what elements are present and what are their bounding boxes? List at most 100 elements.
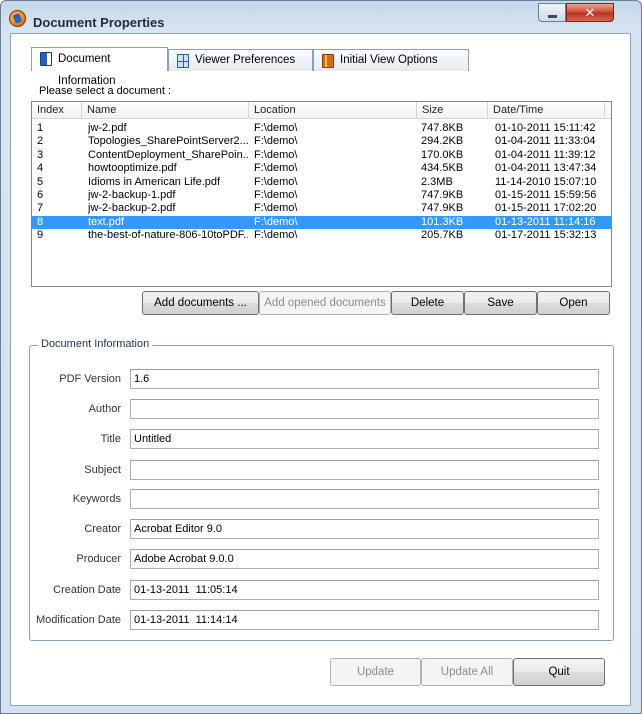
delete-button[interactable]: Delete xyxy=(391,291,464,315)
cell-name: the-best-of-nature-806-10toPDF... xyxy=(88,229,248,242)
group-title: Document Information xyxy=(38,338,153,350)
tab-initial-view-options[interactable]: Initial View Options xyxy=(313,49,469,71)
tab-label: Viewer Preferences xyxy=(195,54,296,66)
cell-date: 01-15-2011 15:59:56 xyxy=(495,189,597,201)
cell-index: 6 xyxy=(37,189,44,201)
cell-name: Topologies_SharePointServer2... xyxy=(88,135,248,148)
author-field[interactable] xyxy=(130,399,599,419)
cell-date: 01-13-2011 11:14:16 xyxy=(495,215,596,228)
cell-index: 5 xyxy=(37,175,44,188)
cell-location: F:\demo\ xyxy=(254,175,298,188)
column-header-date-time[interactable]: Date/Time xyxy=(488,102,605,119)
cell-index: 1 xyxy=(37,122,44,134)
cell-name: ContentDeployment_SharePoin... xyxy=(88,148,248,161)
table-row[interactable]: 6 jw-2-backup-1.pdf F:\demo\ 747.9KB 01-15-2… xyxy=(32,189,611,202)
subject-label: Subject xyxy=(84,464,121,476)
cell-location: F:\demo\ xyxy=(254,162,298,175)
cell-size: 2.3MB xyxy=(421,175,453,188)
cell-size: 294.2KB xyxy=(421,135,464,148)
cell-size: 205.7KB xyxy=(421,229,464,242)
minimize-button[interactable] xyxy=(538,3,566,22)
modification-date-field[interactable] xyxy=(130,610,599,630)
window-title: Document Properties xyxy=(33,15,165,30)
open-button[interactable]: Open xyxy=(537,291,610,315)
cell-index: 7 xyxy=(37,202,44,215)
update-all-button[interactable]: Update All xyxy=(421,658,513,686)
close-button[interactable]: ✕ xyxy=(566,3,614,22)
cell-size: 101.3KB xyxy=(421,215,464,228)
app-logo-icon xyxy=(9,10,26,27)
author-label: Author xyxy=(88,403,121,415)
cell-location: F:\demo\ xyxy=(254,229,298,242)
cell-size: 747.9KB xyxy=(421,189,464,201)
grid-icon xyxy=(177,54,189,68)
table-row[interactable]: 8 text.pdf F:\demo\ 101.3KB 01-13-2011 11:14… xyxy=(32,215,611,229)
table-row[interactable]: 9 the-best-of-nature-806-10toPDF... F:\dem… xyxy=(32,229,611,242)
keywords-field[interactable] xyxy=(130,489,599,509)
table-row[interactable]: 2 Topologies_SharePointServer2... F:\demo\… xyxy=(32,135,611,148)
cell-index: 3 xyxy=(37,148,44,161)
add-documents-button[interactable]: Add documents ... xyxy=(142,291,259,315)
table-row[interactable]: 1 jw-2.pdf F:\demo\ 747.8KB 01-10-2011 15:11… xyxy=(32,122,611,135)
table-row[interactable]: 4 howtooptimize.pdf F:\demo\ 434.5KB 01-04-2… xyxy=(32,162,611,175)
tab-label: Initial View Options xyxy=(340,54,438,66)
cell-name: text.pdf xyxy=(88,215,125,228)
cell-index: 2 xyxy=(37,135,44,148)
title-field[interactable] xyxy=(130,429,599,449)
add-opened-documents-button[interactable]: Add opened documents xyxy=(259,291,391,315)
document-list[interactable]: Index Name Location Size Date/Time 1 jw-2… xyxy=(31,101,612,287)
title-bar[interactable]: Document Properties ✕ xyxy=(1,1,641,35)
cell-date: 01-04-2011 13:47:34 xyxy=(495,162,597,175)
cell-size: 747.9KB xyxy=(421,202,464,215)
pdf-version-label: PDF Version xyxy=(59,373,121,385)
keywords-label: Keywords xyxy=(72,493,121,505)
table-row[interactable]: 7 jw-2-backup-2.pdf F:\demo\ 747.9KB 01-15-2… xyxy=(32,202,611,215)
cell-size: 170.0KB xyxy=(421,148,464,161)
cell-name: jw-2.pdf xyxy=(88,122,127,134)
cell-size: 434.5KB xyxy=(421,162,464,175)
title-label: Title xyxy=(100,433,121,445)
producer-field[interactable] xyxy=(130,549,599,569)
list-header: Index Name Location Size Date/Time xyxy=(32,102,611,119)
tab-viewer-preferences[interactable]: Viewer Preferences xyxy=(168,49,313,71)
cell-location: F:\demo\ xyxy=(254,135,298,148)
column-header-location[interactable]: Location xyxy=(249,102,417,119)
cell-name: Idioms in American Life.pdf xyxy=(88,175,221,188)
cell-location: F:\demo\ xyxy=(254,189,298,201)
table-row[interactable]: 3 ContentDeployment_SharePoin... F:\demo\ 1… xyxy=(32,149,611,162)
cell-date: 11-14-2010 15:07:10 xyxy=(495,175,597,188)
cell-index: 9 xyxy=(37,229,44,242)
cell-date: 01-10-2011 15:11:42 xyxy=(495,122,596,134)
table-row[interactable]: 5 Idioms in American Life.pdf F:\demo\ 2.3M… xyxy=(32,176,611,189)
cell-name: jw-2-backup-2.pdf xyxy=(88,202,176,215)
save-button[interactable]: Save xyxy=(464,291,537,315)
cell-name: howtooptimize.pdf xyxy=(88,162,177,175)
cell-date: 01-04-2011 11:33:04 xyxy=(495,135,596,148)
cell-index: 8 xyxy=(37,215,44,228)
cell-size: 747.8KB xyxy=(421,122,464,134)
creator-label: Creator xyxy=(84,523,121,535)
column-header-name[interactable]: Name xyxy=(82,102,249,119)
subject-field[interactable] xyxy=(130,460,599,480)
creation-date-field[interactable] xyxy=(130,580,599,600)
cell-name: jw-2-backup-1.pdf xyxy=(88,189,176,201)
column-header-index[interactable]: Index xyxy=(32,102,82,119)
document-properties-window: Document Properties ✕ Document Informati… xyxy=(0,0,642,714)
cell-location: F:\demo\ xyxy=(254,148,298,161)
cell-date: 01-04-2011 11:39:12 xyxy=(495,148,596,161)
document-icon xyxy=(40,52,52,66)
modification-date-label: Modification Date xyxy=(36,614,121,626)
cell-location: F:\demo\ xyxy=(254,215,298,228)
creator-field[interactable] xyxy=(130,519,599,539)
creation-date-label: Creation Date xyxy=(53,584,121,596)
pdf-version-field[interactable] xyxy=(130,369,599,389)
tab-document-information[interactable]: Document Information xyxy=(31,47,168,87)
quit-button[interactable]: Quit xyxy=(513,658,605,686)
cell-location: F:\demo\ xyxy=(254,202,298,215)
update-button[interactable]: Update xyxy=(330,658,421,686)
column-header-size[interactable]: Size xyxy=(417,102,488,119)
cell-date: 01-17-2011 15:32:13 xyxy=(495,229,597,242)
cell-date: 01-15-2011 17:02:20 xyxy=(495,202,597,215)
book-icon xyxy=(322,54,334,68)
tab-label: Document Information xyxy=(58,53,116,87)
